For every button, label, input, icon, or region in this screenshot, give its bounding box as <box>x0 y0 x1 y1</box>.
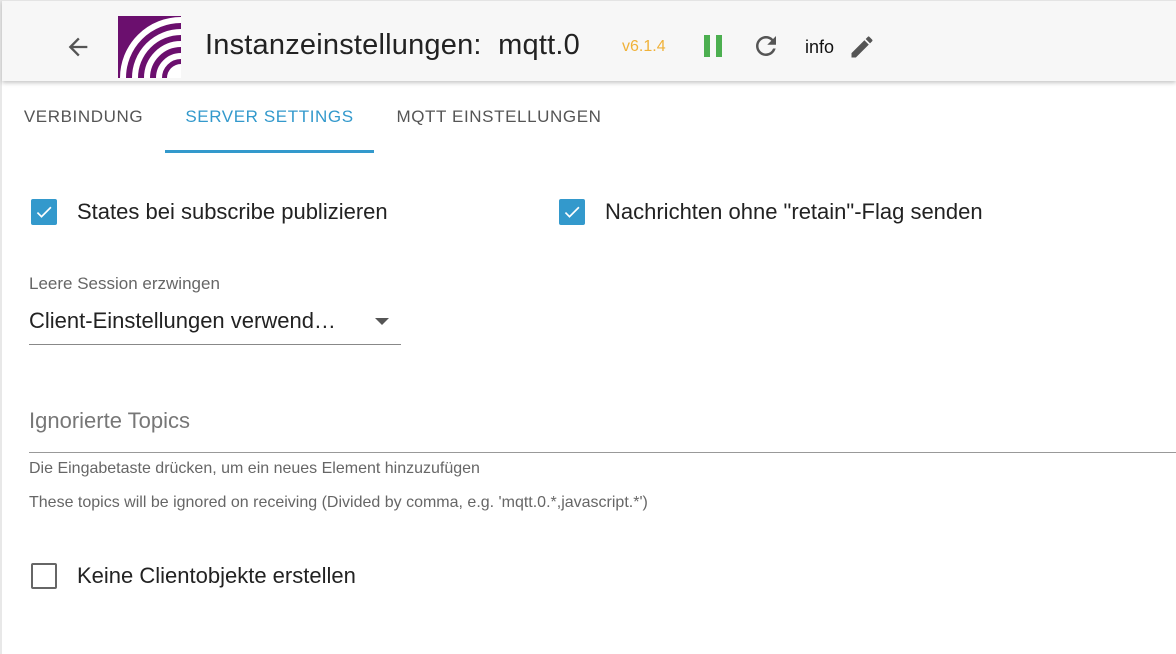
edit-icon <box>851 36 873 58</box>
active-tab-indicator <box>165 150 374 153</box>
clean-session-label: Leere Session erzwingen <box>29 274 220 293</box>
clean-session-value: Client-Einstellungen verwend… <box>29 308 336 333</box>
publish-on-subscribe-label: States bei subscribe publizieren <box>77 199 388 224</box>
version-badge: v6.1.4 <box>622 38 666 55</box>
back-button[interactable] <box>60 29 96 65</box>
reload-icon <box>756 36 776 56</box>
checkbox-unchecked[interactable] <box>31 563 57 589</box>
instance-header: Instanzeinstellungen: mqtt.0 v6.1.4 info <box>2 0 1176 81</box>
no-client-objects-label: Keine Clientobjekte erstellen <box>77 563 356 588</box>
publish-on-subscribe-checkbox[interactable]: States bei subscribe publizieren <box>31 199 388 225</box>
clean-session-select[interactable]: Client-Einstellungen verwend… <box>29 302 401 345</box>
tab-verbindung[interactable]: VERBINDUNG <box>2 92 165 152</box>
checkbox-checked[interactable] <box>31 199 57 225</box>
dropdown-arrow-icon <box>375 318 389 325</box>
log-level: info <box>805 37 835 57</box>
ignored-topics-description: These topics will be ignored on receivin… <box>29 494 648 511</box>
checkbox-checked[interactable] <box>559 199 585 225</box>
check-icon <box>564 206 580 218</box>
edit-log-level-button[interactable] <box>848 33 876 66</box>
no-client-objects-checkbox[interactable]: Keine Clientobjekte erstellen <box>31 563 356 589</box>
page-title: Instanzeinstellungen: mqtt.0 <box>205 29 580 61</box>
ignored-topics-placeholder: Ignorierte Topics <box>29 408 191 433</box>
pause-icon <box>704 35 722 57</box>
reload-button[interactable] <box>751 31 781 66</box>
arrow-back-icon <box>68 37 88 57</box>
tab-mqtt-einstellungen[interactable]: MQTT EINSTELLUNGEN <box>374 92 624 152</box>
ignored-topics-input[interactable]: Ignorierte Topics <box>29 400 1176 453</box>
check-icon <box>36 206 52 218</box>
mqtt-logo <box>118 16 181 78</box>
ignored-topics-help: Die Eingabetaste drücken, um ein neues E… <box>29 460 480 477</box>
send-without-retain-label: Nachrichten ohne "retain"-Flag senden <box>605 199 983 224</box>
send-without-retain-checkbox[interactable]: Nachrichten ohne "retain"-Flag senden <box>559 199 983 225</box>
tab-server-settings[interactable]: SERVER SETTINGS <box>165 92 374 152</box>
tab-bar: VERBINDUNG SERVER SETTINGS MQTT EINSTELL… <box>2 92 1176 154</box>
pause-button[interactable] <box>704 35 724 62</box>
